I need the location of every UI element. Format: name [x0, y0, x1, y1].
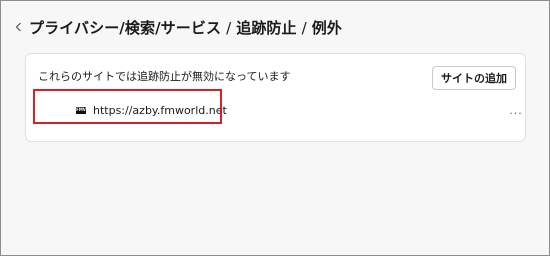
breadcrumb-item-privacy[interactable]: プライバシー/検索/サービス [29, 19, 221, 37]
window-frame: プライバシー/検索/サービス / 追跡防止 / 例外 これらのサイトでは追跡防止が無効に… [0, 0, 550, 256]
back-button[interactable] [11, 17, 25, 37]
chevron-left-icon [15, 22, 21, 32]
add-site-button[interactable]: サイトの追加 [432, 66, 516, 90]
site-favicon-icon: FMV [76, 106, 86, 114]
breadcrumb-item-exceptions: 例外 [311, 18, 342, 37]
site-url: https://azby.fmworld.net [93, 103, 227, 117]
breadcrumb-separator: / [301, 18, 307, 37]
page-header: プライバシー/検索/サービス / 追跡防止 / 例外 [11, 15, 342, 39]
breadcrumb-item-tracking[interactable]: 追跡防止 [236, 19, 296, 37]
breadcrumb-separator: / [226, 18, 232, 37]
favicon-text: FMV [76, 107, 86, 112]
page-title: プライバシー/検索/サービス / 追跡防止 / 例外 [29, 17, 342, 38]
site-list-item[interactable]: FMV https://azby.fmworld.net ... [49, 97, 526, 123]
more-options-button[interactable]: ... [506, 103, 526, 117]
exceptions-card: これらのサイトでは追跡防止が無効になっています サイトの追加 FMV https… [25, 53, 526, 142]
exceptions-description: これらのサイトでは追跡防止が無効になっています [38, 70, 291, 83]
